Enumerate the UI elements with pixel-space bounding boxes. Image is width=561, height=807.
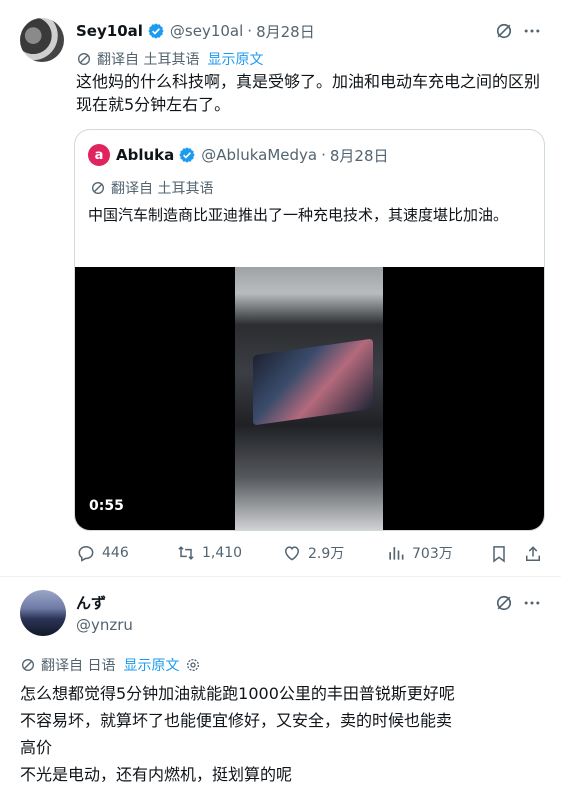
abluka-logo-text: a bbox=[94, 147, 104, 163]
reply-text: 怎么想都觉得5分钟加油就能跑1000公里的丰田普锐斯更好呢 不容易坏，就算坏了也… bbox=[20, 680, 550, 788]
reply-author-handle[interactable]: @ynzru bbox=[76, 616, 133, 634]
views-icon bbox=[389, 547, 404, 560]
verified-badge-icon bbox=[179, 147, 195, 163]
reply-line: 高价 bbox=[20, 738, 53, 757]
quote-header: a Abluka @AblukaMedya · 8月28日 bbox=[88, 144, 389, 166]
verified-badge-icon bbox=[148, 23, 164, 39]
quote-translated-from: 翻译自 土耳其语 bbox=[111, 181, 214, 197]
views-button[interactable]: 703万 bbox=[386, 543, 453, 563]
tweet-text: 这他妈的什么科技啊，真是受够了。加油和电动车充电之间的区别现在就5分钟左右了。 bbox=[76, 72, 541, 114]
translation-notice: 翻译自 土耳其语 显示原文 bbox=[76, 49, 263, 69]
reply-button[interactable]: 446 bbox=[76, 543, 129, 563]
video-player[interactable]: 0:55 bbox=[75, 267, 544, 530]
quote-date: 8月28日 bbox=[329, 146, 389, 165]
tweet-date[interactable]: 8月28日 bbox=[256, 21, 315, 42]
divider bbox=[0, 576, 561, 577]
quote-author-name: Abluka bbox=[116, 146, 175, 164]
views-count: 703万 bbox=[412, 546, 453, 562]
quoted-tweet[interactable]: a Abluka @AblukaMedya · 8月28日 翻译自 土耳其语 中… bbox=[74, 129, 545, 531]
more-icon[interactable] bbox=[522, 21, 542, 41]
grok-icon[interactable] bbox=[494, 21, 514, 41]
like-icon bbox=[284, 546, 300, 561]
more-icon[interactable] bbox=[522, 593, 542, 613]
reply-translation-notice: 翻译自 日语 显示原文 bbox=[20, 655, 201, 675]
avatar[interactable] bbox=[20, 18, 64, 62]
retweet-icon bbox=[178, 546, 194, 560]
grok-icon[interactable] bbox=[494, 593, 514, 613]
reply-avatar[interactable] bbox=[20, 590, 66, 636]
separator-dot: · bbox=[247, 22, 253, 40]
reply-author-name[interactable]: んず bbox=[76, 592, 106, 613]
retweet-button[interactable]: 1,410 bbox=[176, 543, 242, 563]
share-icon[interactable] bbox=[523, 544, 543, 564]
translate-icon bbox=[22, 659, 34, 671]
video-duration: 0:55 bbox=[89, 498, 124, 514]
like-count: 2.9万 bbox=[308, 546, 345, 562]
tweet-header: Sey10al @sey10al · 8月28日 bbox=[76, 19, 315, 43]
reply-line: 怎么想都觉得5分钟加油就能跑1000公里的丰田普锐斯更好呢 bbox=[20, 684, 455, 703]
separator-dot: · bbox=[321, 146, 326, 164]
author-name[interactable]: Sey10al bbox=[76, 22, 143, 40]
reply-count: 446 bbox=[102, 545, 129, 561]
show-original-link[interactable]: 显示原文 bbox=[207, 49, 263, 69]
reply-icon bbox=[78, 545, 94, 562]
settings-gear-icon[interactable] bbox=[185, 657, 201, 673]
reply-translated-from: 翻译自 日语 bbox=[41, 658, 116, 674]
car-display-screen bbox=[253, 338, 373, 426]
reply-line: 不光是电动，还有内燃机，挺划算的呢 bbox=[20, 765, 293, 784]
quote-text: 中国汽车制造商比亚迪推出了一种充电技术，其速度堪比加油。 bbox=[88, 206, 509, 224]
reply-line: 不容易坏，就算坏了也能便宜修好，又安全，卖的时候也能卖 bbox=[20, 711, 453, 730]
bookmark-icon[interactable] bbox=[489, 544, 509, 564]
video-frame bbox=[235, 267, 383, 530]
retweet-count: 1,410 bbox=[202, 545, 243, 561]
like-button[interactable]: 2.9万 bbox=[282, 543, 344, 563]
translate-icon bbox=[92, 182, 104, 194]
quote-author-handle: @AblukaMedya bbox=[201, 146, 318, 164]
author-handle[interactable]: @sey10al bbox=[170, 22, 243, 40]
quote-avatar[interactable]: a bbox=[88, 144, 110, 166]
translated-from-label: 翻译自 土耳其语 bbox=[97, 52, 200, 68]
translate-icon bbox=[78, 53, 90, 65]
reply-show-original-link[interactable]: 显示原文 bbox=[123, 655, 179, 675]
quote-translation-notice: 翻译自 土耳其语 bbox=[90, 178, 213, 198]
